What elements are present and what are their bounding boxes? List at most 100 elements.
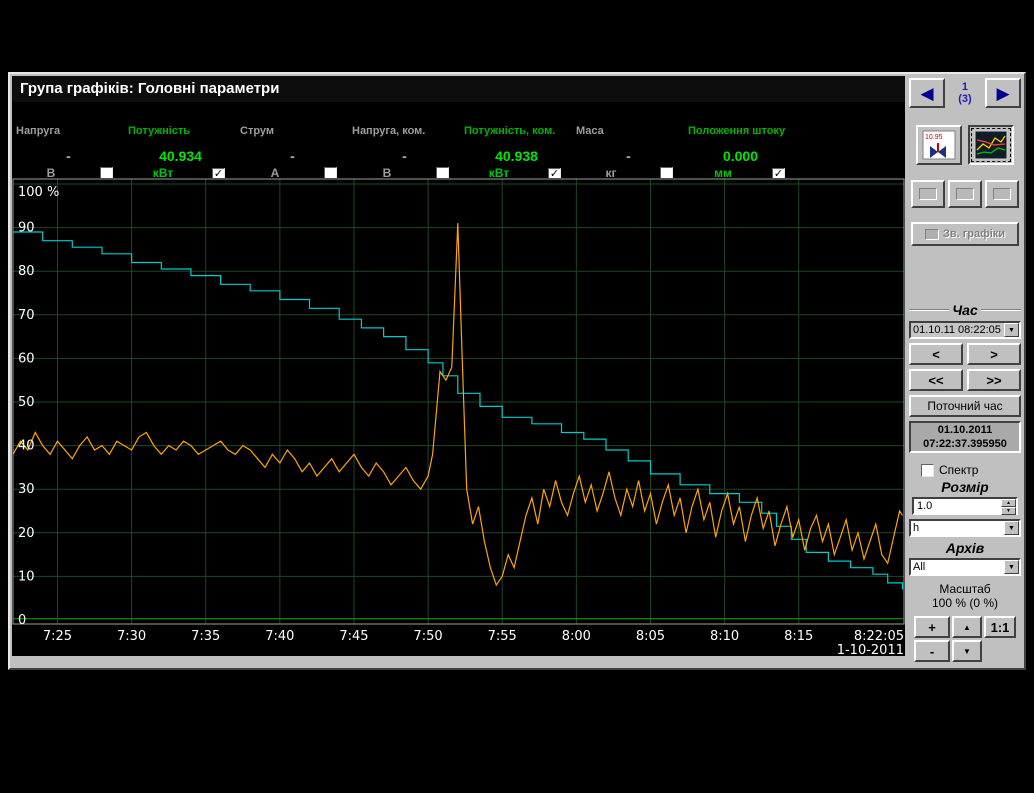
archive-value: All <box>911 560 1004 574</box>
channel-cell-power-com: Потужність, ком. 40.938 кВт ✓ <box>461 126 572 178</box>
chevron-down-icon[interactable]: ▼ <box>1004 323 1019 337</box>
graphs-icon <box>974 130 1008 160</box>
fast-back-button[interactable]: << <box>909 369 963 391</box>
svg-text:70: 70 <box>18 308 35 323</box>
channel-value: - <box>352 148 457 164</box>
chevron-down-icon[interactable]: ▼ <box>1004 521 1019 535</box>
current-time-button[interactable]: Поточний час <box>909 395 1021 417</box>
channel-label: Струм <box>240 126 345 148</box>
zoom-in-button[interactable]: + <box>914 616 950 638</box>
channel-value: - <box>240 148 345 164</box>
page-current: 1 <box>958 81 971 93</box>
svg-text:80: 80 <box>18 264 35 279</box>
svg-text:7:30: 7:30 <box>117 629 146 644</box>
svg-text:50: 50 <box>18 395 35 410</box>
valve-scheme-button[interactable]: 10.95 <box>916 125 962 165</box>
svg-text:0: 0 <box>18 613 26 628</box>
spectrum-label: Спектр <box>939 463 978 477</box>
size-spinner[interactable]: 1.0 ▲ ▼ <box>912 497 1018 515</box>
arrow-left-icon: ◀ <box>920 85 933 102</box>
channel-label: Потужність <box>128 126 233 148</box>
main-area: Група графіків: Головні параметри Напруг… <box>12 76 905 656</box>
time-section-header: Час <box>909 302 1021 318</box>
channel-label: Напруга, ком. <box>352 126 457 148</box>
divider <box>981 309 1021 311</box>
archive-section-title: Архів <box>946 540 984 556</box>
zoom-out-button[interactable]: - <box>914 640 950 662</box>
linked-graphs-label: Зв. графіки <box>943 228 1005 240</box>
one-to-one-button[interactable]: 1:1 <box>984 616 1016 638</box>
svg-text:10: 10 <box>18 569 35 584</box>
size-unit-value: h <box>911 521 1004 535</box>
channel-value: - <box>16 148 121 164</box>
svg-text:7:45: 7:45 <box>339 629 368 644</box>
page-indicator: 1 (3) <box>958 81 971 105</box>
scroll-down-button[interactable]: ▼ <box>952 640 982 662</box>
svg-text:40: 40 <box>18 439 35 454</box>
linked-graphs-button: Зв. графіки <box>911 222 1019 246</box>
svg-text:8:22:05: 8:22:05 <box>854 629 904 644</box>
time-combobox-value: 01.10.11 08:22:05 <box>911 323 1004 337</box>
spinner-down-icon[interactable]: ▼ <box>1001 507 1016 515</box>
svg-text:90: 90 <box>18 221 35 236</box>
next-group-button[interactable]: ▶ <box>985 78 1021 108</box>
prev-group-button[interactable]: ◀ <box>909 78 945 108</box>
svg-text:8:05: 8:05 <box>636 629 665 644</box>
svg-text:30: 30 <box>18 482 35 497</box>
channel-cell-mass: Маса - кг <box>573 126 684 178</box>
sidebar: ◀ 1 (3) ▶ 10.95 <box>905 74 1025 668</box>
svg-text:10.95: 10.95 <box>925 134 943 141</box>
channel-label: Положення штоку <box>688 126 793 148</box>
disabled-tool-icon <box>993 188 1011 200</box>
size-section-title: Розмір <box>941 479 988 495</box>
channel-cell-voltage: Напруга - В <box>13 126 124 178</box>
scale-title: Масштаб <box>909 582 1021 596</box>
svg-text:7:35: 7:35 <box>191 629 220 644</box>
spinner-up-icon[interactable]: ▲ <box>1001 499 1016 507</box>
svg-text:60: 60 <box>18 351 35 366</box>
svg-text:100 %: 100 % <box>18 185 59 200</box>
trend-chart[interactable]: 100 %90807060504030201007:257:307:357:40… <box>12 178 905 656</box>
channel-cell-power: Потужність 40.934 кВт ✓ <box>125 126 236 178</box>
datetime-display: 01.10.2011 07:22:37.395950 <box>909 421 1021 453</box>
linked-graphs-icon <box>925 229 939 240</box>
archive-combobox[interactable]: All ▼ <box>909 558 1021 576</box>
fast-forward-button[interactable]: >> <box>967 369 1021 391</box>
step-forward-button[interactable]: > <box>967 343 1021 365</box>
time-section-title: Час <box>952 302 977 318</box>
valve-icon: 10.95 <box>922 130 956 160</box>
scroll-up-button[interactable]: ▲ <box>952 616 982 638</box>
channel-cell-current: Струм - А <box>237 126 348 178</box>
tool-button-2 <box>948 180 982 208</box>
chart-canvas[interactable]: 100 %90807060504030201007:257:307:357:40… <box>12 178 905 656</box>
tool-button-1 <box>911 180 945 208</box>
step-back-button[interactable]: < <box>909 343 963 365</box>
svg-text:7:40: 7:40 <box>265 629 294 644</box>
channel-value: 40.934 <box>128 148 233 164</box>
spectrum-checkbox[interactable] <box>921 464 934 477</box>
svg-text:7:50: 7:50 <box>414 629 443 644</box>
channel-cell-rod-position: Положення штоку 0.000 мм ✓ <box>685 126 796 178</box>
svg-text:7:25: 7:25 <box>43 629 72 644</box>
size-unit-combobox[interactable]: h ▼ <box>909 519 1021 537</box>
time-combobox[interactable]: 01.10.11 08:22:05 ▼ <box>909 321 1021 339</box>
graphs-view-button[interactable] <box>968 125 1014 165</box>
size-value: 1.0 <box>914 499 1001 513</box>
trend-window: Група графіків: Головні параметри Напруг… <box>8 72 1026 670</box>
datetime-date: 01.10.2011 <box>911 423 1019 437</box>
tool-button-3 <box>985 180 1019 208</box>
svg-text:8:10: 8:10 <box>710 629 739 644</box>
svg-text:1-10-2011: 1-10-2011 <box>837 643 904 656</box>
disabled-tool-icon <box>919 188 937 200</box>
channel-value: 40.938 <box>464 148 569 164</box>
page-total: (3) <box>958 93 971 105</box>
channel-label: Маса <box>576 126 681 148</box>
size-section-header: Розмір <box>909 479 1021 495</box>
svg-text:7:55: 7:55 <box>488 629 517 644</box>
divider <box>909 309 949 311</box>
datetime-time: 07:22:37.395950 <box>911 437 1019 451</box>
channel-value: - <box>576 148 681 164</box>
svg-text:8:00: 8:00 <box>562 629 591 644</box>
channel-label: Напруга <box>16 126 121 148</box>
chevron-down-icon[interactable]: ▼ <box>1004 560 1019 574</box>
